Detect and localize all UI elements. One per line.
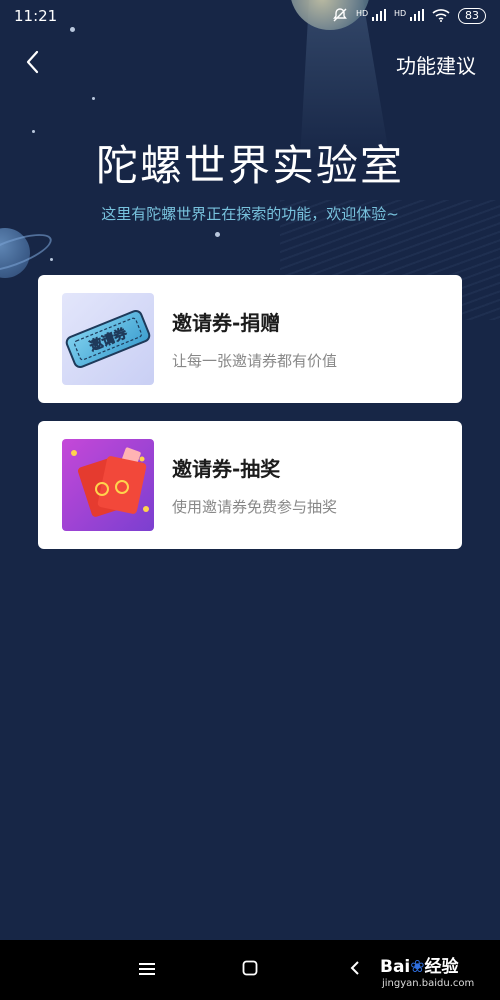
feature-card-lottery[interactable]: 邀请券-抽奖 使用邀请券免费参与抽奖 [38,421,462,549]
page-subtitle: 这里有陀螺世界正在探索的功能，欢迎体验~ [101,205,399,223]
page-title: 陀螺世界实验室 [95,141,404,190]
signal-icon: HD [356,8,386,24]
menu-icon [139,961,155,980]
back-triangle-icon [349,960,361,980]
card-title: 邀请券-抽奖 [172,457,281,481]
ticket-icon: 邀请券 [62,293,154,385]
star-decoration [215,232,220,237]
card-description: 使用邀请券免费参与抽奖 [172,498,338,516]
card-text: 邀请券-捐赠 让每一张邀请券都有价值 [172,307,337,371]
menu-button[interactable] [132,958,162,982]
feature-card-donate[interactable]: 邀请券 邀请券-捐赠 让每一张邀请券都有价值 [38,275,462,403]
status-bar: 11:21 HD HD 83 [0,0,500,32]
battery-indicator: 83 [458,8,486,24]
star-decoration [50,258,53,261]
planet-ring-decoration [0,226,56,280]
signal-icon: HD [394,8,424,24]
card-description: 让每一张邀请券都有价值 [172,352,338,370]
watermark-logo: Bai❀经验 [380,957,459,977]
watermark-url: jingyan.baidu.com [382,978,475,989]
status-time: 11:21 [14,7,58,25]
back-button[interactable] [12,44,52,84]
planet-left-decoration [0,228,30,278]
paw-icon: ❀ [410,957,425,977]
card-text: 邀请券-抽奖 使用邀请券免费参与抽奖 [172,453,337,517]
feature-suggestion-button[interactable]: 功能建议 [396,50,476,79]
mute-alarm-icon [332,7,348,26]
system-back-button[interactable] [340,958,370,982]
home-square-icon [242,960,258,980]
wifi-icon [432,8,450,25]
card-title: 邀请券-捐赠 [172,311,281,335]
top-nav: 功能建议 [0,44,500,84]
red-envelope-icon [62,439,154,531]
star-decoration [92,97,95,100]
home-button[interactable] [235,958,265,982]
chevron-left-icon [25,50,39,78]
status-icons: HD HD 83 [332,7,486,26]
